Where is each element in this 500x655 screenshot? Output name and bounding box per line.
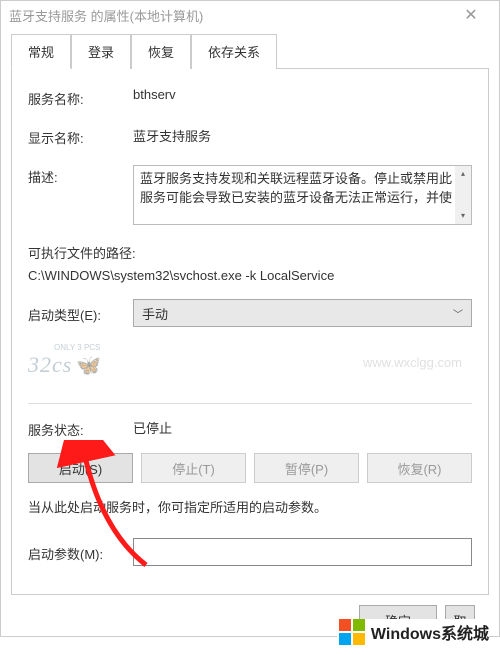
tab-recovery[interactable]: 恢复 (131, 34, 191, 69)
label-display-name: 显示名称: (28, 126, 133, 147)
properties-dialog: 蓝牙支持服务 的属性(本地计算机) ✕ 常规 登录 恢复 依存关系 服务名称: … (0, 0, 500, 637)
label-description: 描述: (28, 165, 133, 186)
value-service-name: bthserv (133, 87, 472, 102)
startup-type-select[interactable]: 手动 ﹀ (133, 299, 472, 327)
label-exe-path: 可执行文件的路径: (28, 243, 472, 262)
row-service-name: 服务名称: bthserv (28, 87, 472, 108)
label-start-params: 启动参数(M): (28, 542, 133, 563)
watermark-small: ONLY 3 PCS (54, 343, 100, 352)
row-display-name: 显示名称: 蓝牙支持服务 (28, 126, 472, 147)
tab-dependencies[interactable]: 依存关系 (191, 34, 277, 69)
scroll-up-icon[interactable]: ▴ (459, 166, 467, 182)
start-params-input[interactable] (133, 538, 472, 566)
watermark: ONLY 3 PCS 32cs 🦋 www.wxclgg.com (28, 341, 472, 389)
startup-type-value: 手动 (142, 304, 168, 323)
close-button[interactable]: ✕ (451, 1, 491, 29)
pause-button: 暂停(P) (254, 453, 359, 483)
tab-logon[interactable]: 登录 (71, 34, 131, 69)
description-text: 蓝牙服务支持发现和关联远程蓝牙设备。停止或禁用此服务可能会导致已安装的蓝牙设备无… (140, 171, 452, 205)
row-description: 描述: 蓝牙服务支持发现和关联远程蓝牙设备。停止或禁用此服务可能会导致已安装的蓝… (28, 165, 472, 225)
exe-path-section: 可执行文件的路径: C:\WINDOWS\system32\svchost.ex… (28, 243, 472, 283)
content-area: 常规 登录 恢复 依存关系 服务名称: bthserv 显示名称: 蓝牙支持服务… (1, 29, 499, 655)
tab-general[interactable]: 常规 (11, 34, 71, 69)
footer-logo-text: Windows系统城 (371, 620, 489, 644)
chevron-down-icon: ﹀ (453, 306, 463, 321)
row-startup-type: 启动类型(E): 手动 ﹀ (28, 299, 472, 327)
service-control-buttons: 启动(S) 停止(T) 暂停(P) 恢复(R) (28, 453, 472, 483)
value-exe-path: C:\WINDOWS\system32\svchost.exe -k Local… (28, 268, 472, 283)
value-service-status: 已停止 (133, 418, 472, 437)
label-startup-type: 启动类型(E): (28, 303, 133, 324)
label-service-name: 服务名称: (28, 87, 133, 108)
close-icon: ✕ (464, 5, 477, 25)
dialog-footer: 确定 取 Windows系统城 (11, 595, 489, 645)
scroll-down-icon[interactable]: ▾ (459, 208, 467, 224)
window-title: 蓝牙支持服务 的属性(本地计算机) (9, 6, 203, 25)
value-display-name: 蓝牙支持服务 (133, 126, 472, 145)
butterfly-icon: 🦋 (76, 353, 101, 378)
label-service-status: 服务状态: (28, 418, 133, 439)
watermark-main: 32cs (28, 352, 72, 378)
row-start-params: 启动参数(M): (28, 538, 472, 566)
start-button[interactable]: 启动(S) (28, 453, 133, 483)
watermark-url: www.wxclgg.com (363, 355, 462, 370)
tab-panel-general: 服务名称: bthserv 显示名称: 蓝牙支持服务 描述: 蓝牙服务支持发现和… (11, 69, 489, 595)
stop-button: 停止(T) (141, 453, 246, 483)
description-scrollbar[interactable]: ▴ ▾ (455, 166, 471, 224)
row-service-status: 服务状态: 已停止 (28, 418, 472, 439)
tab-strip: 常规 登录 恢复 依存关系 (11, 33, 489, 69)
divider (28, 403, 472, 404)
windows-logo-icon (339, 619, 365, 645)
titlebar: 蓝牙支持服务 的属性(本地计算机) ✕ (1, 1, 499, 29)
startup-hint: 当从此处启动服务时，你可指定所适用的启动参数。 (28, 497, 472, 516)
resume-button: 恢复(R) (367, 453, 472, 483)
footer-logo: Windows系统城 (337, 619, 489, 645)
description-textbox[interactable]: 蓝牙服务支持发现和关联远程蓝牙设备。停止或禁用此服务可能会导致已安装的蓝牙设备无… (133, 165, 472, 225)
